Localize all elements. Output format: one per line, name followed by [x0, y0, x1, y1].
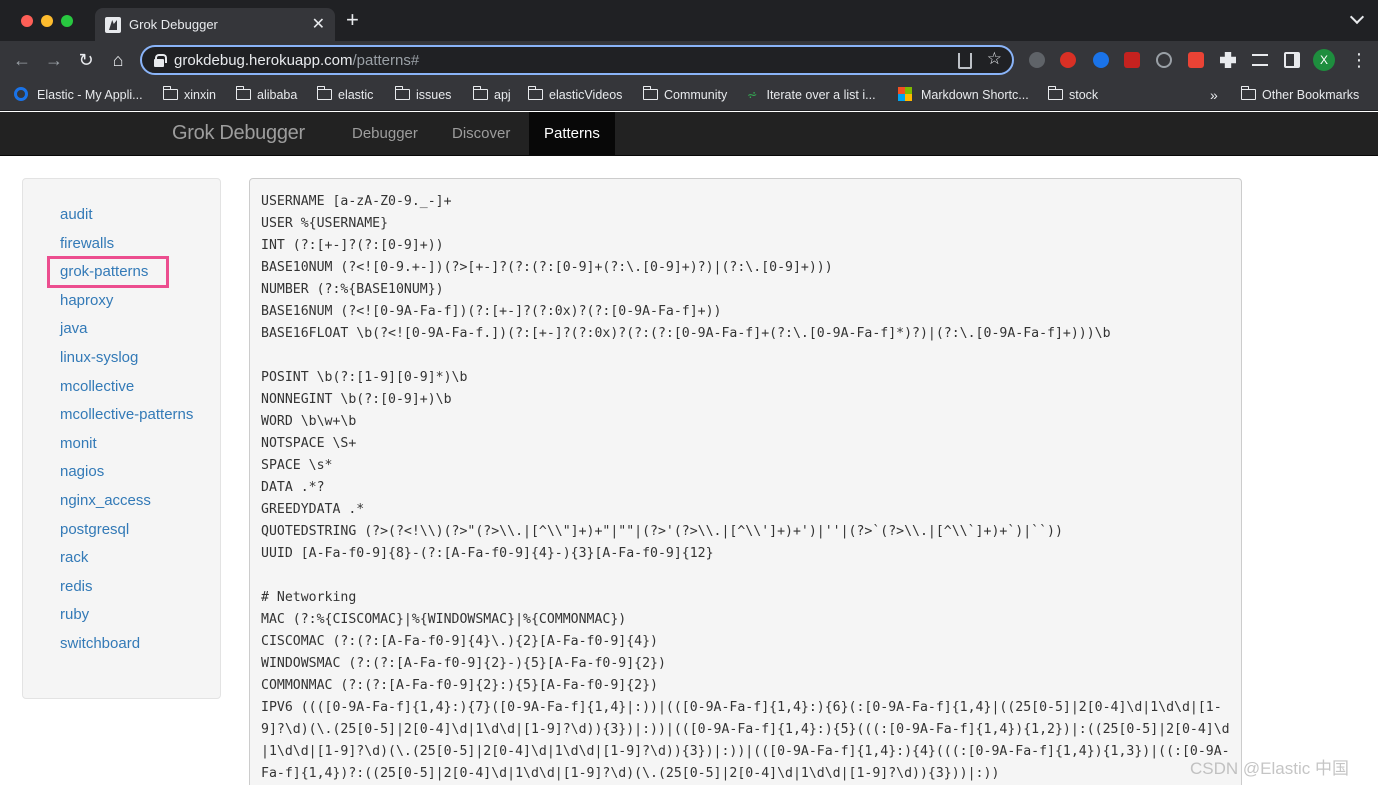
browser-menu-icon[interactable]: ⋮: [1350, 50, 1368, 70]
bookmark-elastic-folder[interactable]: elastic: [316, 84, 374, 106]
extension-5-icon[interactable]: [1156, 52, 1172, 68]
sidebar-item-monit[interactable]: monit: [60, 433, 210, 455]
sidebar-item-firewalls[interactable]: firewalls: [60, 233, 210, 255]
bookmark-label: elasticVideos: [549, 88, 623, 102]
folder-icon: [394, 86, 410, 100]
sidebar-item-mcollective-patterns[interactable]: mcollective-patterns: [60, 404, 210, 426]
bookmarks-bar: Elastic - My Appli... xinxin alibaba ela…: [0, 79, 1378, 111]
app-navbar: Grok Debugger Debugger Discover Patterns: [0, 112, 1378, 156]
sidebar-item-grok-patterns[interactable]: grok-patterns: [47, 256, 169, 289]
pattern-file-list: audit firewalls grok-patterns haproxy java li…: [47, 204, 210, 662]
extension-6-icon[interactable]: [1188, 52, 1204, 68]
patterns-content[interactable]: USERNAME [a-zA-Z0-9._-]+ USER %{USERNAME…: [249, 178, 1242, 785]
share-icon[interactable]: [958, 53, 972, 69]
bookmark-label: alibaba: [257, 88, 298, 102]
nav-discover[interactable]: Discover: [437, 112, 525, 155]
bookmark-alibaba[interactable]: alibaba: [235, 84, 298, 106]
window-zoom-button[interactable]: [61, 15, 73, 27]
tab-title: Grok Debugger: [129, 17, 218, 32]
folder-icon: [1240, 86, 1256, 100]
home-button[interactable]: ⌂: [106, 48, 130, 72]
grok-favicon-icon: [105, 17, 121, 33]
folder-icon: [1047, 86, 1063, 100]
bookmark-label: Elastic - My Appli...: [37, 88, 143, 102]
bookmark-label: stock: [1069, 88, 1099, 102]
bookmark-iterate[interactable]: ⩫ Iterate over a list i...: [747, 84, 876, 106]
sidebar-item-mcollective[interactable]: mcollective: [60, 376, 210, 398]
browser-tab-strip: Grok Debugger ✕ +: [0, 0, 1378, 41]
nav-patterns[interactable]: Patterns: [529, 112, 615, 155]
back-button[interactable]: ←: [10, 48, 34, 72]
bookmark-label: Markdown Shortc...: [921, 88, 1029, 102]
extension-4-icon[interactable]: [1124, 52, 1140, 68]
lock-icon[interactable]: [154, 54, 167, 67]
link-icon: ⩫: [747, 88, 758, 102]
bookmark-label: Iterate over a list i...: [766, 88, 876, 102]
tab-search-chevron-icon[interactable]: [1349, 9, 1365, 25]
watermark: CSDN @Elastic 中国: [1190, 759, 1349, 778]
address-bar[interactable]: grokdebug.herokuapp.com/patterns# ☆: [140, 45, 1014, 75]
bookmark-label: issues: [416, 88, 452, 102]
nav-debugger[interactable]: Debugger: [337, 112, 433, 155]
browser-tab[interactable]: Grok Debugger ✕: [95, 8, 335, 41]
url-text[interactable]: grokdebug.herokuapp.com/patterns#: [174, 52, 419, 69]
pattern-sidebar: audit firewalls grok-patterns haproxy java li…: [22, 178, 221, 699]
side-panel-icon[interactable]: [1284, 52, 1300, 68]
bookmark-community[interactable]: Community: [642, 84, 728, 106]
sidebar-item-linux-syslog[interactable]: linux-syslog: [60, 347, 210, 369]
bookmark-elasticvideos[interactable]: elasticVideos: [527, 84, 623, 106]
sidebar-item-redis[interactable]: redis: [60, 576, 210, 598]
bookmark-label: Community: [664, 88, 728, 102]
folder-icon: [642, 86, 658, 100]
folder-icon: [527, 86, 543, 100]
window-minimize-button[interactable]: [41, 15, 53, 27]
bookmark-star-icon[interactable]: ☆: [987, 49, 1002, 69]
bookmark-label: Other Bookmarks: [1262, 88, 1360, 102]
patterns-text: USERNAME [a-zA-Z0-9._-]+ USER %{USERNAME…: [261, 194, 1230, 781]
sidebar-item-switchboard[interactable]: switchboard: [60, 633, 210, 655]
other-bookmarks[interactable]: Other Bookmarks: [1240, 84, 1360, 106]
brand-logo[interactable]: Grok Debugger: [172, 122, 305, 145]
folder-icon: [316, 86, 332, 100]
sidebar-item-nagios[interactable]: nagios: [60, 461, 210, 483]
folder-icon: [472, 86, 488, 100]
url-host: grokdebug.herokuapp.com: [174, 52, 353, 69]
sidebar-item-java[interactable]: java: [60, 318, 210, 340]
url-path: /patterns#: [352, 52, 420, 69]
bookmark-label: apj: [494, 88, 511, 102]
sidebar-item-rack[interactable]: rack: [60, 547, 210, 569]
bookmark-issues[interactable]: issues: [394, 84, 452, 106]
folder-icon: [235, 86, 251, 100]
extension-1-icon[interactable]: [1029, 52, 1045, 68]
elastic-icon: [14, 87, 28, 101]
bookmark-label: xinxin: [184, 88, 216, 102]
reading-list-icon[interactable]: [1252, 54, 1268, 66]
folder-icon: [162, 86, 178, 100]
bookmark-stock[interactable]: stock: [1047, 84, 1099, 106]
bookmark-markdown[interactable]: Markdown Shortc...: [898, 84, 1029, 106]
bookmark-label: elastic: [338, 88, 374, 102]
bookmark-apj[interactable]: apj: [472, 84, 511, 106]
browser-toolbar: ← → ↻ ⌂ grokdebug.herokuapp.com/patterns…: [0, 41, 1378, 79]
bookmark-xinxin[interactable]: xinxin: [162, 84, 216, 106]
profile-avatar[interactable]: X: [1313, 49, 1335, 71]
tab-close-icon[interactable]: ✕: [312, 14, 325, 34]
extension-hand-icon[interactable]: [1060, 52, 1076, 68]
sidebar-item-ruby[interactable]: ruby: [60, 604, 210, 626]
extension-3-icon[interactable]: [1093, 52, 1109, 68]
bookmarks-overflow-button[interactable]: »: [1210, 84, 1218, 106]
window-close-button[interactable]: [21, 15, 33, 27]
sidebar-item-nginx_access[interactable]: nginx_access: [60, 490, 210, 512]
microsoft-icon: [898, 87, 912, 101]
sidebar-item-audit[interactable]: audit: [60, 204, 210, 226]
bookmark-elastic[interactable]: Elastic - My Appli...: [14, 84, 143, 106]
sidebar-item-haproxy[interactable]: haproxy: [60, 290, 210, 312]
extensions-puzzle-icon[interactable]: [1220, 52, 1236, 68]
forward-button[interactable]: →: [42, 48, 66, 72]
new-tab-button[interactable]: +: [346, 9, 359, 31]
sidebar-item-postgresql[interactable]: postgresql: [60, 519, 210, 541]
reload-button[interactable]: ↻: [74, 48, 98, 72]
